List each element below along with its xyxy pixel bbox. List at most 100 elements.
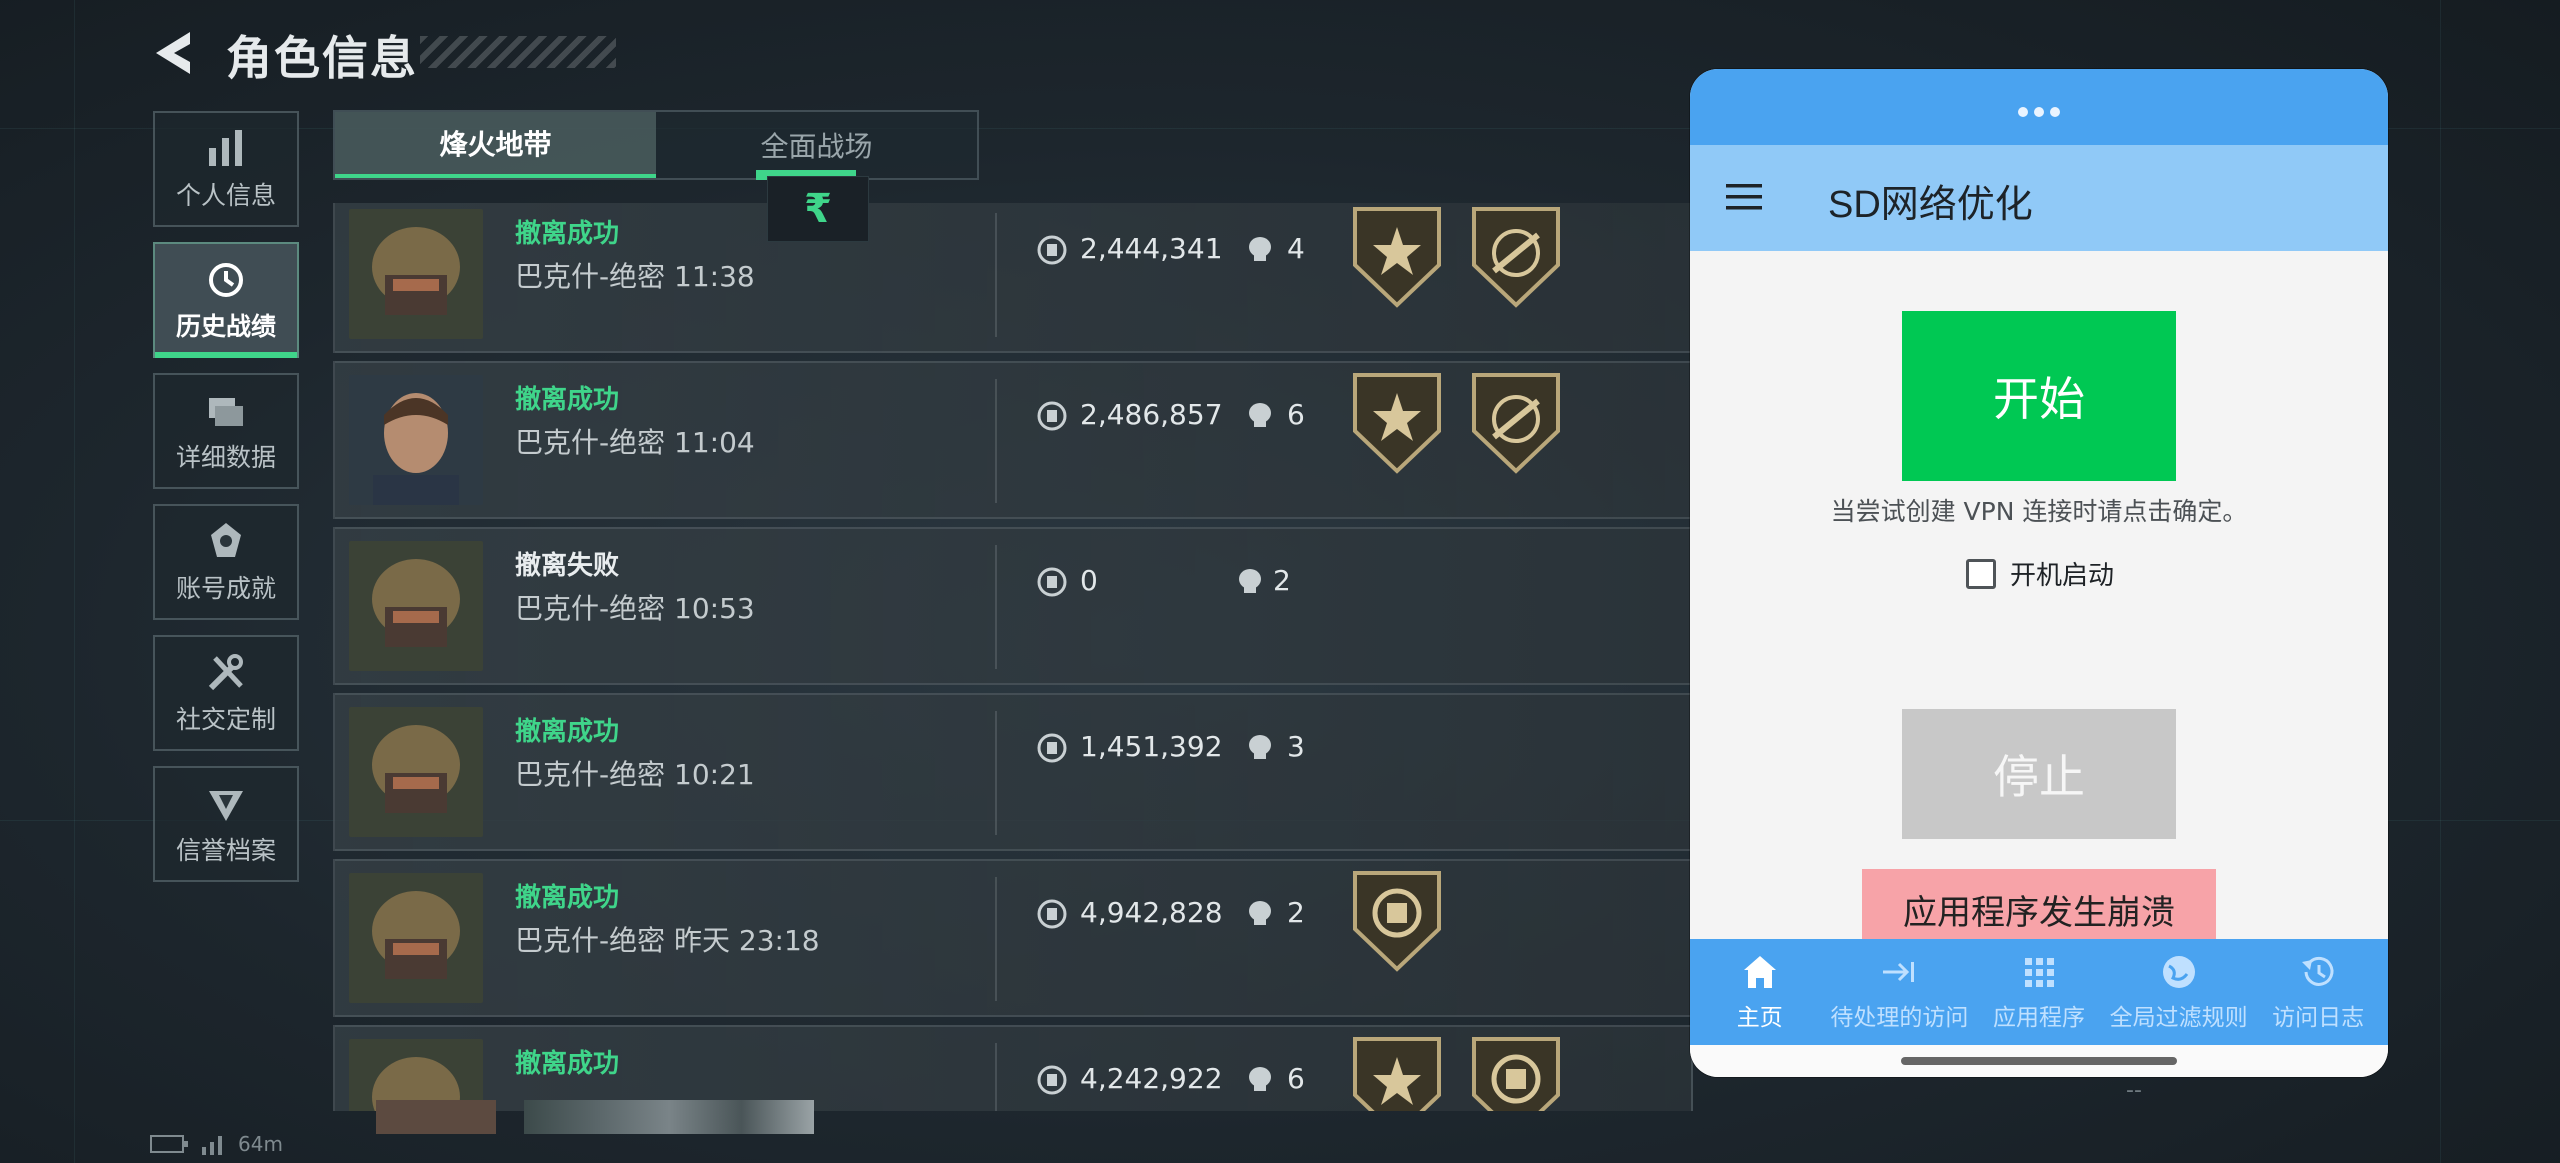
sidebar-item-label: 详细数据 <box>175 443 276 472</box>
list-item[interactable]: 撤离成功 巴克什-绝密 11:04 2,486,857 6 <box>333 361 1693 519</box>
sidebar-item-label: 账号成就 <box>175 574 276 603</box>
map-time: 巴克什-绝密 昨天 23:18 <box>515 924 820 957</box>
sidebar-item-social-custom[interactable]: 社交定制 <box>153 635 299 751</box>
kill-count: 6 <box>1287 398 1305 431</box>
divider <box>995 877 997 1001</box>
skull-icon <box>1249 901 1271 925</box>
match-history-list: 撤离成功 巴克什-绝密 11:38 2,444,341 4 撤离成功 巴克什-绝… <box>333 203 1693 1111</box>
map-time: 巴克什-绝密 11:38 <box>515 260 755 293</box>
bar-chart-icon <box>209 130 242 166</box>
mode-tabs: 烽火地带 全面战场 <box>333 110 979 180</box>
extraction-status: 撤离成功 <box>515 385 620 415</box>
sidebar-item-credit-record[interactable]: 信誉档案 <box>153 766 299 882</box>
extraction-status: 撤离成功 <box>515 219 620 249</box>
page-title: 角色信息 <box>226 31 418 85</box>
coin-value: 4,942,828 <box>1080 896 1223 929</box>
currency-badge[interactable]: ₹ <box>767 176 869 242</box>
hamburger-menu-icon[interactable] <box>1724 181 1764 213</box>
autostart-label: 开机启动 <box>2010 561 2115 591</box>
divider <box>995 213 997 337</box>
map-time: 巴克什-绝密 10:53 <box>515 592 755 625</box>
star-medal-icon <box>1353 207 1441 308</box>
pixelated-region <box>524 1100 814 1134</box>
arrow-to-bar-icon <box>1883 962 1915 982</box>
kill-count: 2 <box>1273 564 1291 597</box>
device-status-strip: 64m <box>150 1132 283 1156</box>
sidebar-item-personal-info[interactable]: 个人信息 <box>153 111 299 227</box>
coin-medal-icon <box>1353 871 1441 972</box>
operator-portrait <box>349 209 483 339</box>
start-button[interactable]: 开始 <box>1902 311 2176 481</box>
tab-full-battlefield[interactable]: 全面战场 <box>656 112 977 180</box>
nav-label: 应用程序 <box>1992 1005 2085 1031</box>
list-item[interactable]: 撤离成功 4,242,922 6 <box>333 1025 1693 1111</box>
autostart-checkbox[interactable]: 开机启动 <box>1966 555 2114 592</box>
stop-button[interactable]: 停止 <box>1902 709 2176 839</box>
globe-icon <box>2162 956 2195 988</box>
bg-grid-line <box>74 0 75 1163</box>
list-item[interactable]: 撤离成功 巴克什-绝密 10:21 1,451,392 3 <box>333 693 1693 851</box>
back-arrow-icon[interactable] <box>150 28 202 78</box>
checkbox-box[interactable] <box>1966 558 1996 589</box>
list-item[interactable]: 撤离失败 巴克什-绝密 10:53 0 2 <box>333 527 1693 685</box>
nav-pending-access[interactable]: 待处理的访问 <box>1830 939 1970 1045</box>
list-item[interactable]: 撤离成功 巴克什-绝密 11:38 2,444,341 4 <box>333 203 1693 353</box>
tab-firezone[interactable]: 烽火地带 <box>335 112 656 178</box>
star-medal-icon <box>1353 373 1441 474</box>
bg-grid-line <box>2440 0 2441 1163</box>
history-icon <box>2302 956 2334 986</box>
app-title: SD网络优化 <box>1828 184 2033 226</box>
nav-access-log[interactable]: 访问日志 <box>2248 939 2388 1045</box>
pixelated-region <box>376 1100 496 1134</box>
operator-portrait <box>349 707 483 837</box>
clock-history-icon <box>209 263 243 297</box>
skull-icon <box>1239 569 1261 593</box>
coin-icon <box>1037 1065 1067 1095</box>
kill-count: 4 <box>1287 232 1305 265</box>
operator-portrait <box>349 375 483 505</box>
coin-value: 2,444,341 <box>1080 232 1223 265</box>
map-time: 巴克什-绝密 10:21 <box>515 758 755 791</box>
divider <box>995 545 997 669</box>
list-item[interactable]: 撤离成功 巴克什-绝密 昨天 23:18 4,942,828 2 <box>333 859 1693 1017</box>
crash-banner[interactable]: 应用程序发生崩溃 <box>1862 869 2216 949</box>
shield-icon <box>209 791 243 821</box>
skull-icon <box>1249 1067 1271 1091</box>
nav-global-filter[interactable]: 全局过滤规则 <box>2109 939 2249 1045</box>
star-medal-icon <box>1353 1037 1441 1111</box>
nav-label: 访问日志 <box>2272 1005 2365 1031</box>
coin-icon <box>1037 235 1067 265</box>
extraction-status: 撤离成功 <box>515 717 620 747</box>
signal-icon <box>202 1136 222 1155</box>
coin-value: 1,451,392 <box>1080 730 1223 763</box>
sidebar-item-label: 个人信息 <box>175 181 276 210</box>
skull-icon <box>1249 735 1271 759</box>
nav-apps[interactable]: 应用程序 <box>1969 939 2109 1045</box>
gesture-bar[interactable] <box>1901 1057 2177 1065</box>
coin-value: 2,486,857 <box>1080 398 1223 431</box>
kill-count: 6 <box>1287 1062 1305 1095</box>
sidebar-item-label: 社交定制 <box>175 705 276 734</box>
window-drag-handle[interactable] <box>1690 69 2388 145</box>
extraction-status: 撤离成功 <box>515 883 620 913</box>
divider <box>995 711 997 835</box>
coin-icon <box>1037 733 1067 763</box>
coin-medal-icon <box>1472 1037 1560 1111</box>
sidebar-item-match-history[interactable]: 历史战绩 <box>153 242 299 358</box>
extraction-status: 撤离失败 <box>515 551 620 581</box>
extraction-status: 撤离成功 <box>515 1049 620 1079</box>
vpn-hint-text: 当尝试创建 VPN 连接时请点击确定。 <box>1830 497 2248 526</box>
sidebar-item-achievements[interactable]: 账号成就 <box>153 504 299 620</box>
nav-home[interactable]: 主页 <box>1690 939 1830 1045</box>
nav-label: 主页 <box>1736 1005 1783 1031</box>
coin-icon <box>1037 401 1067 431</box>
floating-app-window: SD网络优化 开始 当尝试创建 VPN 连接时请点击确定。 开机启动 停止 应用… <box>1690 69 2388 1077</box>
apps-grid-icon <box>2024 958 2054 987</box>
tools-icon <box>208 654 243 691</box>
signal-text: 64m <box>238 1132 283 1156</box>
sidebar-item-detailed-data[interactable]: 详细数据 <box>153 373 299 489</box>
weapon-medal-icon <box>1472 207 1560 308</box>
coin-icon <box>1037 567 1067 597</box>
more-dots-icon[interactable] <box>2018 107 2060 117</box>
kill-count: 2 <box>1287 896 1305 929</box>
